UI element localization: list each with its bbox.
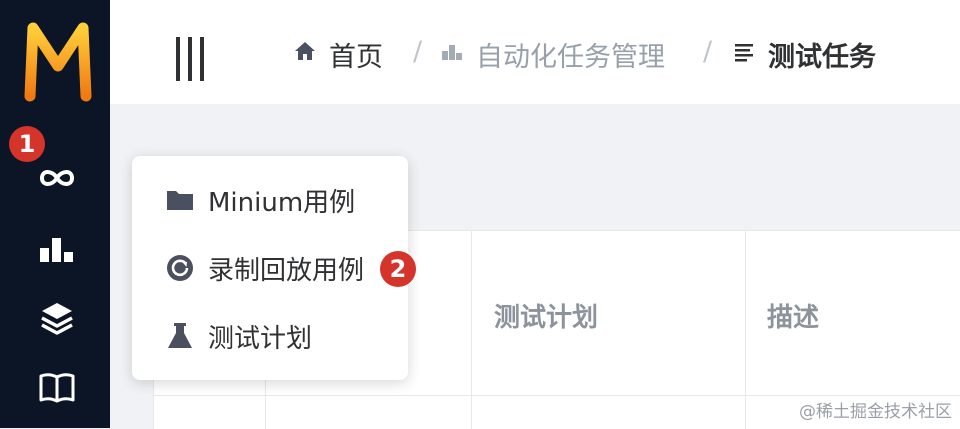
breadcrumb-separator: / bbox=[413, 36, 423, 67]
menu-item-minium-cases[interactable]: Minium用例 bbox=[165, 180, 355, 220]
home-icon bbox=[293, 39, 317, 70]
menu-item-label: Minium用例 bbox=[208, 187, 356, 218]
table-divider bbox=[471, 231, 472, 429]
annotation-badge-2: 2 bbox=[380, 251, 416, 287]
app-logo[interactable] bbox=[23, 18, 93, 104]
breadcrumb-automation[interactable]: 自动化任务管理 bbox=[440, 34, 665, 74]
replay-icon bbox=[165, 253, 195, 283]
breadcrumb-label: 自动化任务管理 bbox=[476, 41, 665, 73]
menu-item-label: 录制回放用例 bbox=[208, 255, 365, 286]
menu-item-replay-cases[interactable]: 录制回放用例 bbox=[165, 248, 364, 288]
book-icon[interactable] bbox=[37, 367, 77, 407]
table-divider bbox=[154, 395, 960, 396]
flask-icon bbox=[165, 321, 195, 351]
sidebar bbox=[0, 0, 110, 428]
annotation-badge-1: 1 bbox=[9, 126, 45, 162]
breadcrumb-home[interactable]: 首页 bbox=[293, 34, 383, 74]
breadcrumb-label: 首页 bbox=[329, 41, 383, 73]
breadcrumb-separator: / bbox=[703, 36, 713, 67]
layers-icon[interactable] bbox=[37, 298, 77, 338]
infinity-icon[interactable] bbox=[37, 158, 77, 198]
watermark: @稀土掘金技术社区 bbox=[799, 402, 952, 422]
list-icon bbox=[732, 39, 756, 70]
breadcrumb-current: 测试任务 bbox=[732, 34, 876, 74]
breadcrumb-label: 测试任务 bbox=[768, 41, 876, 73]
column-header-plan[interactable]: 测试计划 bbox=[494, 297, 598, 334]
menu-item-test-plan[interactable]: 测试计划 bbox=[165, 316, 312, 356]
chart-bar-icon[interactable] bbox=[37, 230, 77, 270]
top-header: 首页 / 自动化任务管理 / 测试任务 bbox=[110, 0, 960, 104]
dropdown-menu: Minium用例 录制回放用例 测试计划 bbox=[132, 156, 408, 380]
column-header-description[interactable]: 描述 bbox=[767, 297, 819, 334]
sidebar-toggle-icon[interactable] bbox=[176, 37, 206, 81]
chart-bar-icon bbox=[440, 39, 464, 70]
menu-item-label: 测试计划 bbox=[208, 323, 313, 354]
table-divider bbox=[745, 231, 746, 429]
folder-icon bbox=[165, 185, 195, 215]
